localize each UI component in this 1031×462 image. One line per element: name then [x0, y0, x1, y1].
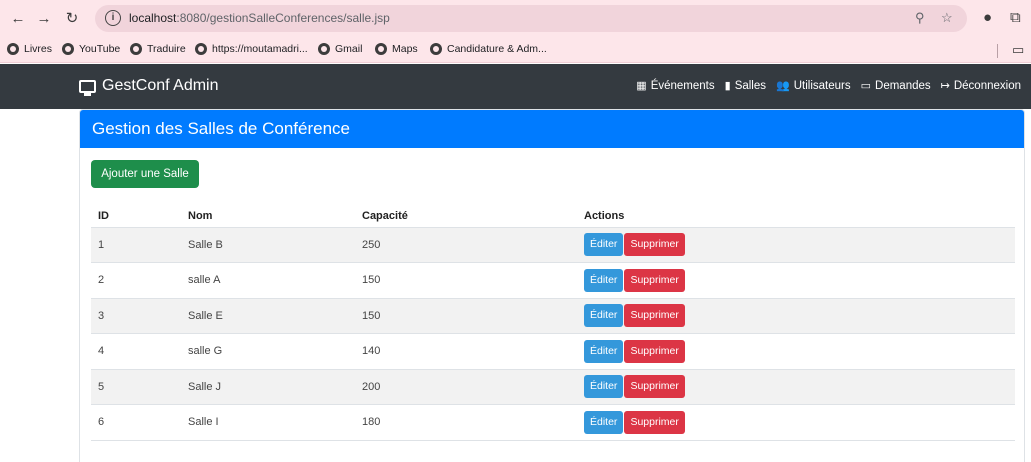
delete-button[interactable]: Supprimer [624, 339, 685, 363]
edit-button[interactable]: Éditer [584, 339, 624, 363]
delete-button[interactable]: Supprimer [624, 268, 685, 292]
nav-links: ▦ Événements ▮ Salles 👥 Utilisateurs ▭ Deman… [636, 79, 1021, 93]
bookmark-star-icon[interactable]: ☆ [941, 10, 953, 26]
cell-capacite: 150 [355, 262, 577, 298]
table-header-row: ID Nom Capacité Actions [91, 206, 1015, 227]
url-text: localhost:8080/gestionSalleConferences/s… [129, 11, 390, 25]
bookmark-item[interactable]: Gmail [318, 43, 362, 55]
bookmark-item[interactable]: Maps [375, 43, 418, 55]
globe-icon [62, 43, 74, 55]
cell-id: 4 [91, 333, 181, 369]
table-row: 3 Salle E 150 Éditer Supprimer [91, 297, 1015, 334]
card-title: Gestion des Salles de Conférence [80, 110, 1024, 148]
cell-id: 1 [91, 226, 181, 263]
site-info-icon[interactable]: i [105, 10, 121, 26]
globe-icon [7, 43, 19, 55]
bookmark-item[interactable]: Candidature & Adm... [430, 43, 547, 55]
door-icon: ▮ [724, 80, 731, 92]
table-row: 2 salle A 150 Éditer Supprimer [91, 262, 1015, 298]
users-icon: 👥 [776, 80, 790, 92]
bookmark-item[interactable]: YouTube [62, 43, 120, 55]
edit-button[interactable]: Éditer [584, 375, 624, 399]
bookmarks-bar: Livres YouTube Traduire https://moutamad… [0, 38, 1031, 63]
globe-icon [430, 43, 442, 55]
nav-link-evenements[interactable]: ▦ Événements [636, 79, 714, 93]
extension-icon[interactable]: ● [983, 9, 992, 26]
edit-button[interactable]: Éditer [584, 410, 624, 434]
projector-icon [79, 79, 96, 96]
back-arrow-icon[interactable]: ← [8, 9, 28, 29]
nav-link-deconnexion[interactable]: ↦ Déconnexion [940, 79, 1021, 93]
cell-capacite: 180 [355, 404, 577, 441]
table-row: 5 Salle J 200 Éditer Supprimer [91, 368, 1015, 405]
cell-actions: Éditer Supprimer [577, 226, 1015, 263]
calendar-icon: ▦ [636, 80, 647, 92]
cell-actions: Éditer Supprimer [577, 297, 1015, 334]
cell-id: 6 [91, 404, 181, 441]
cell-capacite: 140 [355, 333, 577, 369]
salles-table: ID Nom Capacité Actions 1 Salle B 250 Éd… [91, 206, 1015, 441]
cell-id: 2 [91, 262, 181, 298]
globe-icon [375, 43, 387, 55]
nav-link-utilisateurs[interactable]: 👥 Utilisateurs [776, 79, 851, 93]
cell-id: 3 [91, 297, 181, 334]
cell-actions: Éditer Supprimer [577, 404, 1015, 441]
table-row: 6 Salle I 180 Éditer Supprimer [91, 404, 1015, 441]
forward-arrow-icon[interactable]: → [34, 9, 54, 29]
brand-text: GestConf Admin [102, 77, 219, 94]
bookmark-item[interactable]: Livres [7, 43, 52, 55]
column-header-capacite: Capacité [362, 210, 408, 223]
cell-id: 5 [91, 368, 181, 405]
bookmark-item[interactable]: https://moutamadri... [195, 43, 308, 55]
cell-actions: Éditer Supprimer [577, 262, 1015, 298]
cell-actions: Éditer Supprimer [577, 333, 1015, 369]
reload-icon[interactable]: ↻ [62, 9, 82, 29]
cell-nom: Salle I [181, 404, 355, 441]
globe-icon [130, 43, 142, 55]
nav-link-demandes[interactable]: ▭ Demandes [860, 79, 931, 93]
brand-logo[interactable]: GestConf Admin [79, 77, 219, 96]
zoom-icon[interactable]: ⚲ [915, 10, 925, 26]
cell-actions: Éditer Supprimer [577, 368, 1015, 405]
table-row: 4 salle G 140 Éditer Supprimer [91, 333, 1015, 369]
delete-button[interactable]: Supprimer [624, 304, 685, 328]
nav-link-salles[interactable]: ▮ Salles [724, 79, 766, 93]
globe-icon [318, 43, 330, 55]
delete-button[interactable]: Supprimer [624, 233, 685, 257]
cell-capacite: 200 [355, 368, 577, 405]
cell-capacite: 250 [355, 226, 577, 263]
salles-card: Gestion des Salles de Conférence Ajouter… [79, 109, 1025, 462]
column-header-nom: Nom [188, 210, 213, 223]
puzzle-icon[interactable]: ⧉ [1010, 9, 1021, 26]
cell-nom: Salle J [181, 368, 355, 405]
delete-button[interactable]: Supprimer [624, 375, 685, 399]
app-navbar: GestConf Admin ▦ Événements ▮ Salles 👥 Util… [0, 64, 1031, 109]
bookmarks-divider [997, 44, 998, 58]
bookmark-item[interactable]: Traduire [130, 43, 186, 55]
column-header-id: ID [98, 210, 109, 223]
table-row: 1 Salle B 250 Éditer Supprimer [91, 226, 1015, 263]
inbox-icon: ▭ [860, 80, 872, 92]
globe-icon [195, 43, 207, 55]
browser-toolbar: ← → ↻ i localhost:8080/gestionSalleConfe… [0, 0, 1031, 38]
column-header-actions: Actions [584, 210, 625, 223]
cell-nom: Salle E [181, 297, 355, 334]
cell-nom: salle G [181, 333, 355, 369]
cell-nom: salle A [181, 262, 355, 298]
edit-button[interactable]: Éditer [584, 268, 624, 292]
edit-button[interactable]: Éditer [584, 304, 624, 328]
folder-icon[interactable]: ▭ [1012, 42, 1024, 58]
edit-button[interactable]: Éditer [584, 233, 624, 257]
address-bar[interactable]: i localhost:8080/gestionSalleConferences… [95, 5, 967, 32]
logout-icon: ↦ [940, 80, 950, 92]
delete-button[interactable]: Supprimer [624, 410, 685, 434]
add-salle-button[interactable]: Ajouter une Salle [91, 160, 199, 188]
cell-nom: Salle B [181, 226, 355, 263]
cell-capacite: 150 [355, 297, 577, 334]
